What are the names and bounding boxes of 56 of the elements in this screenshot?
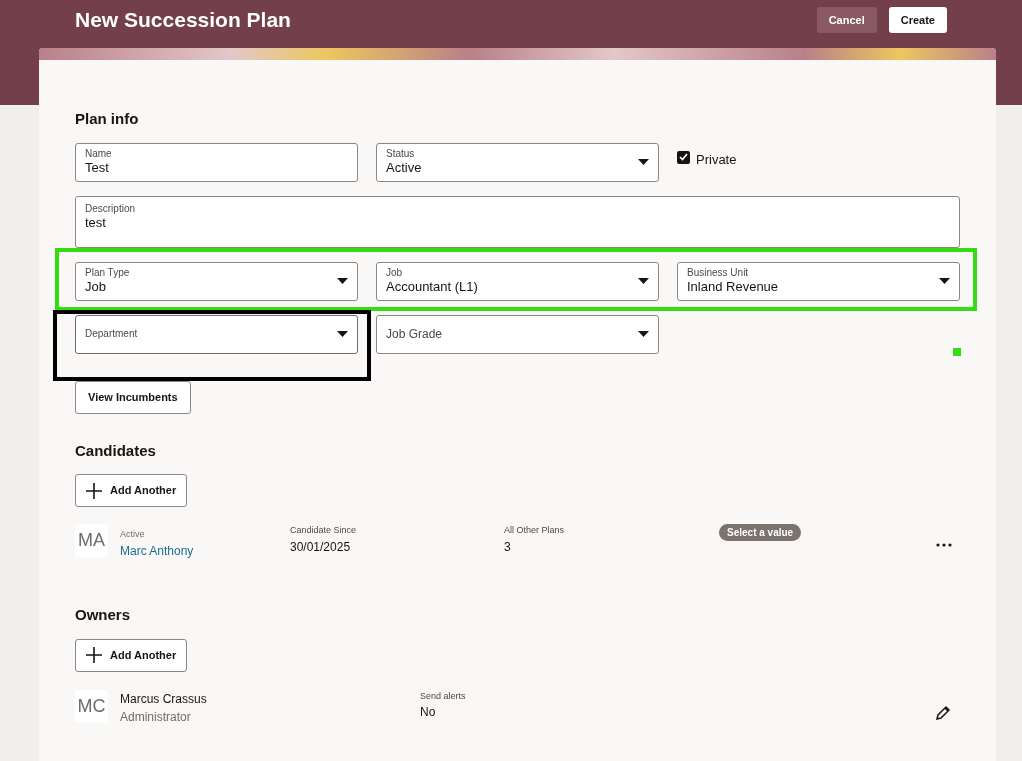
select-field[interactable]: Plan Type Job	[75, 261, 358, 301]
field-label: Job	[386, 267, 404, 279]
candidate-name-link[interactable]: Marc Anthony	[120, 541, 290, 560]
add-another-button[interactable]: Add Another	[75, 474, 188, 507]
cancel-button[interactable]: Cancel	[816, 7, 877, 33]
create-button[interactable]: Create	[888, 7, 947, 33]
text-area[interactable]: Description test	[75, 195, 960, 248]
field-label: Department	[85, 328, 139, 340]
field-value: Inland Revenue	[687, 279, 780, 295]
send-alerts-value: No	[420, 704, 437, 721]
page-title: New Succession Plan	[75, 7, 291, 33]
column-label: Send alerts	[420, 689, 466, 703]
input-field[interactable]: Name Test	[75, 142, 358, 182]
view-incumbents-button[interactable]: View Incumbents	[75, 380, 191, 414]
more-options-icon[interactable]	[936, 543, 952, 547]
plus-icon	[86, 647, 102, 663]
field-label: Name	[85, 148, 113, 160]
caret-icon	[939, 278, 950, 284]
plus-icon	[86, 482, 102, 499]
checkbox-label: Private	[696, 150, 737, 169]
field-label: Business Unit	[687, 267, 750, 279]
select-field[interactable]: Status Active	[376, 142, 659, 182]
field-value: Active	[386, 160, 423, 176]
field-label: Description	[85, 202, 137, 215]
select-field[interactable]: Department	[75, 314, 358, 354]
checkbox[interactable]	[677, 150, 690, 164]
other-plans-value: 3	[504, 538, 512, 556]
select-field[interactable]: Business Unit Inland Revenue	[677, 261, 960, 301]
field-value: test	[85, 214, 107, 231]
avatar: MA	[75, 524, 108, 557]
add-another-button[interactable]: Add Another	[75, 638, 188, 672]
caret-icon	[638, 331, 649, 337]
field-label: Job Grade	[386, 326, 444, 343]
section-heading: Candidates	[75, 440, 157, 461]
field-label: Plan Type	[85, 267, 131, 279]
column-label: Candidate Since	[290, 524, 358, 537]
section-heading: Owners	[75, 605, 132, 625]
avatar: MC	[75, 689, 108, 723]
owner-role: Administrator	[120, 708, 192, 726]
caret-icon	[638, 159, 649, 165]
select-field[interactable]: Job Accountant (L1)	[376, 261, 659, 301]
column-label: All Other Plans	[504, 524, 566, 537]
select-field[interactable]: Job Grade	[376, 314, 659, 354]
field-value: Job	[85, 279, 107, 295]
caret-icon	[638, 278, 649, 284]
caret-icon	[337, 331, 348, 337]
owner-name: Marcus Crassus	[120, 690, 208, 708]
field-label: Status	[386, 148, 416, 160]
field-value: Accountant (L1)	[386, 279, 479, 295]
caret-icon	[337, 278, 348, 284]
field-value: Test	[85, 160, 110, 176]
candidate-status: Active	[120, 528, 146, 541]
candidate-since-value: 30/01/2025	[290, 538, 352, 556]
status-badge[interactable]: Select a value	[719, 524, 802, 541]
section-heading: Plan info	[75, 109, 140, 129]
edit-pencil-icon[interactable]	[935, 704, 951, 721]
